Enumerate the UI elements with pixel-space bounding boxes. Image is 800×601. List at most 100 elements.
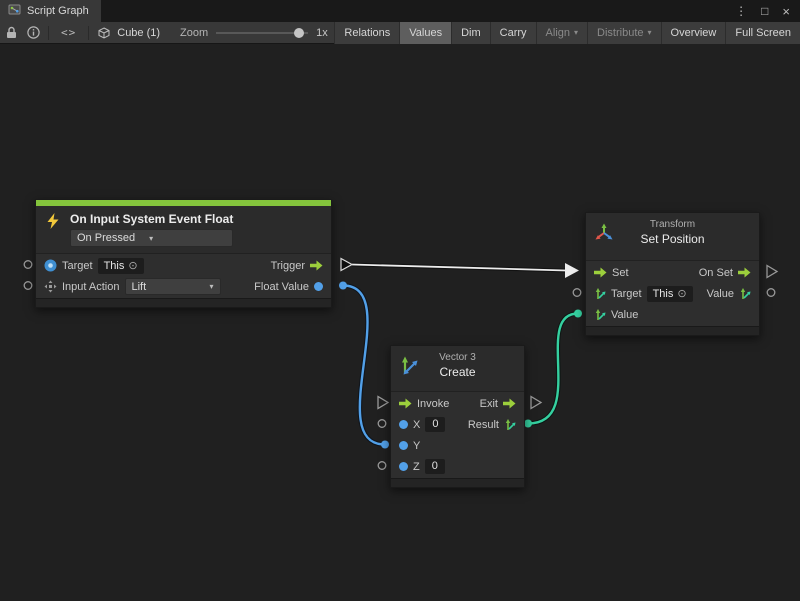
port-row-z: Z 0 [391,456,524,477]
fullscreen-button[interactable]: Full Screen [725,22,800,44]
set-port-label: Set [612,267,629,279]
event-action-input-port[interactable] [24,282,32,290]
x-value-field[interactable]: 0 [425,417,445,432]
vector-exit-output-port[interactable] [531,397,541,409]
port-row-invoke: Invoke Exit [391,393,524,414]
setposition-onset-output-port[interactable] [767,266,777,278]
input-action-dropdown[interactable]: Lift ▾ [125,278,221,295]
node-transform-set-position[interactable]: Transform Set Position Set On Set [585,212,760,336]
node-footer [586,326,759,335]
cube-icon [93,22,115,44]
z-port-dot[interactable] [399,462,408,471]
toolbar-buttons: Relations Values Dim Carry Align ▾ Distr… [334,22,800,44]
vector-x-input-port[interactable] [378,420,386,428]
node-footer [391,478,524,487]
target-object-field[interactable]: This ⊙ [98,258,144,274]
x-port-dot[interactable] [399,420,408,429]
vector-z-input-port[interactable] [378,462,386,470]
distribute-label: Distribute [597,27,643,39]
control-arrow-icon[interactable] [503,398,516,409]
vector3-icon [399,356,419,376]
port-row-y: Y [391,435,524,456]
float-value-port-dot[interactable] [314,282,323,291]
object-picker-icon[interactable]: ⊙ [128,259,137,272]
vector3-port-icon[interactable] [739,288,751,300]
event-mode-dropdown[interactable]: On Pressed ▾ [70,229,233,247]
overview-button[interactable]: Overview [661,22,726,44]
distribute-button[interactable]: Distribute ▾ [587,22,660,44]
x-port-label: X [413,419,420,431]
result-port-label: Result [468,419,499,431]
values-button[interactable]: Values [399,22,451,44]
chevron-down-icon: ▾ [149,234,153,243]
onset-port-label: On Set [699,267,733,279]
target-port-label: Target [611,288,642,300]
node-on-input-system-event-float[interactable]: On Input System Event Float On Pressed ▾… [35,199,332,308]
window-maximize-icon[interactable]: □ [761,5,768,17]
lightning-bolt-icon [44,212,62,247]
float-value-output-port[interactable] [339,282,347,290]
target-object-field[interactable]: This ⊙ [647,286,693,302]
script-graph-icon [8,3,21,19]
setposition-value-input-port[interactable] [574,310,582,318]
value-wire-result-to-value[interactable] [524,310,582,428]
graph-target-label[interactable]: Cube (1) [117,27,160,39]
setposition-value-output-port[interactable] [767,289,775,297]
event-mode-value: On Pressed [77,232,135,244]
target-object-value: This [653,288,674,300]
toolbar-separator [48,26,49,40]
vector-y-input-port[interactable] [381,441,389,449]
target-object-value: This [104,260,125,272]
align-label: Align [546,27,570,39]
code-view-icon[interactable]: <> [53,26,84,39]
control-arrow-icon[interactable] [594,267,607,278]
carry-button[interactable]: Carry [490,22,536,44]
vector3-port-icon[interactable] [504,419,516,431]
target-port-label: Target [62,260,93,272]
graph-canvas[interactable]: On Input System Event Float On Pressed ▾… [0,44,800,601]
lock-icon[interactable] [0,22,22,44]
port-row-x: X 0 Result [391,414,524,435]
transform-icon [594,223,614,243]
control-arrow-icon[interactable] [310,260,323,271]
control-arrow-icon[interactable] [738,267,751,278]
window-tab-bar: Script Graph ⋮ □ × [0,0,800,22]
window-close-icon[interactable]: × [782,5,790,18]
zoom-value: 1x [316,27,328,39]
graph-toolbar: <> Cube (1) Zoom 1x Relations Values Dim… [0,22,800,44]
port-row-target: Target This ⊙ Trigger [36,255,331,276]
node-vector3-create[interactable]: Vector 3 Create Invoke Exit X 0 [390,345,525,488]
info-icon[interactable] [22,22,44,44]
control-wire-trigger-to-set[interactable] [341,259,579,279]
vector-invoke-input-port[interactable] [378,397,388,409]
align-button[interactable]: Align ▾ [536,22,587,44]
object-picker-icon[interactable]: ⊙ [677,287,686,300]
tab-script-graph[interactable]: Script Graph [0,0,101,22]
transform-port-icon[interactable] [594,288,606,300]
trigger-output-port[interactable] [341,259,352,271]
relations-button[interactable]: Relations [334,22,399,44]
node-type-label: Vector 3 [439,352,476,363]
node-title: Set Position [640,232,704,246]
port-row-target: Target This ⊙ Value [586,283,759,304]
zoom-slider[interactable] [216,22,308,44]
y-port-dot[interactable] [399,441,408,450]
input-system-icon [44,259,57,272]
window-menu-icon[interactable]: ⋮ [735,5,747,17]
port-row-input-action: Input Action Lift ▾ Float Value [36,276,331,297]
port-row-value: Value [586,304,759,325]
node-title: On Input System Event Float [70,212,233,226]
event-target-input-port[interactable] [24,261,32,269]
dim-button[interactable]: Dim [451,22,490,44]
zoom-slider-knob[interactable] [294,28,304,38]
y-port-label: Y [413,440,420,452]
result-output-port[interactable] [524,420,532,428]
z-value-field[interactable]: 0 [425,459,445,474]
chevron-down-icon: ▾ [209,282,213,291]
control-arrow-icon[interactable] [399,398,412,409]
node-type-label: Transform [650,219,695,230]
vector3-port-icon[interactable] [594,309,606,321]
setposition-target-input-port[interactable] [573,289,581,297]
tab-label: Script Graph [27,5,89,17]
node-title: Create [439,365,475,379]
